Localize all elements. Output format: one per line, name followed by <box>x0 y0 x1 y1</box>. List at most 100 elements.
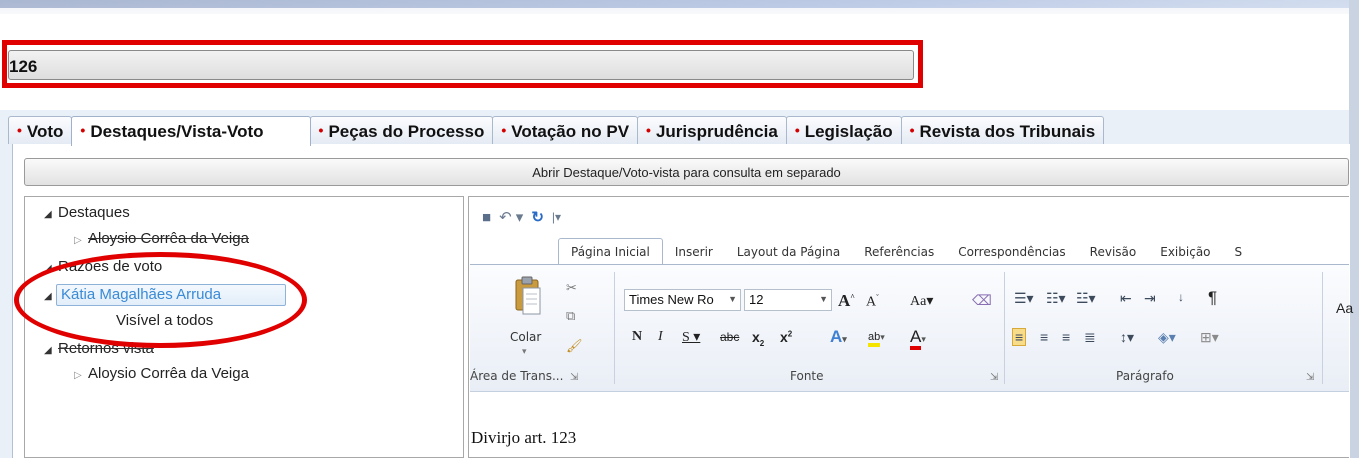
tab-marker: • <box>909 122 915 138</box>
tree-node-label: Aloysio Corrêa da Veiga <box>88 230 249 247</box>
ribbon-tab-correspondencias[interactable]: Correspondências <box>946 245 1077 264</box>
styles-gallery-preview[interactable]: Aa <box>1336 300 1353 316</box>
copy-icon[interactable]: ⧉ <box>566 308 575 324</box>
align-right-icon[interactable]: ≡ <box>1062 329 1070 345</box>
paste-icon[interactable] <box>514 276 542 316</box>
ribbon-tab-truncated[interactable]: S <box>1223 245 1255 264</box>
tab-marker: • <box>318 122 324 138</box>
show-marks-icon[interactable]: ¶ <box>1208 288 1217 308</box>
title-bar-accent <box>0 0 1349 8</box>
undo-icon[interactable]: ↶ ▾ <box>499 208 523 226</box>
document-body-text[interactable]: Divirjo art. 123 <box>471 428 576 448</box>
format-painter-icon[interactable]: 🖌 <box>566 338 583 354</box>
expand-triangle-icon[interactable]: ◢ <box>44 209 58 220</box>
font-launcher-icon[interactable]: ⇲ <box>990 372 998 383</box>
bullets-icon[interactable]: ☰▾ <box>1014 290 1034 307</box>
collapsed-triangle-icon[interactable]: ▷ <box>74 370 88 381</box>
font-size-value: 12 <box>749 292 764 307</box>
underline-icon[interactable]: S ▾ <box>682 329 700 346</box>
tree-node-destaque-aloysio[interactable]: ▷ Aloysio Corrêa da Veiga <box>74 230 249 247</box>
justify-icon[interactable]: ≣ <box>1084 329 1096 346</box>
expand-triangle-icon[interactable]: ◢ <box>44 345 58 356</box>
group-separator <box>1322 272 1323 384</box>
group-separator <box>1004 272 1005 384</box>
tab-legislacao[interactable]: • Legislação <box>785 116 902 144</box>
collapsed-triangle-icon[interactable]: ▷ <box>74 235 88 246</box>
tab-voto[interactable]: • Voto <box>8 116 73 144</box>
customize-toolbar-icon[interactable]: |▾ <box>552 210 561 224</box>
cut-icon[interactable]: ✂ <box>566 280 577 296</box>
tab-pecas-do-processo[interactable]: • Peças do Processo <box>309 116 494 144</box>
tree-node-label: Destaques <box>58 204 130 221</box>
tab-marker: • <box>501 122 507 138</box>
ribbon-tab-referencias[interactable]: Referências <box>852 245 946 264</box>
open-destaque-separately-button[interactable]: Abrir Destaque/Voto-vista para consulta … <box>24 158 1349 186</box>
group-separator <box>614 272 615 384</box>
font-name-value: Times New Ro <box>629 292 714 307</box>
tab-label: Voto <box>26 122 64 141</box>
paragraph-launcher-icon[interactable]: ⇲ <box>1306 372 1314 383</box>
bold-icon[interactable]: N <box>632 329 642 345</box>
ribbon-tab-pagina-inicial[interactable]: Página Inicial <box>558 238 663 264</box>
dropdown-arrow-icon: ▼ <box>728 294 737 304</box>
katia-red-ellipse-highlight <box>14 252 307 348</box>
text-effects-icon[interactable]: A▾ <box>830 327 847 347</box>
change-case-icon[interactable]: Aa▾ <box>910 293 933 310</box>
tab-revista-dos-tribunais[interactable]: • Revista dos Tribunais <box>900 116 1105 144</box>
ribbon-tabs: Página Inicial Inserir Layout da Página … <box>470 238 1349 264</box>
highlight-color-icon[interactable]: ab▾ <box>868 327 885 347</box>
window-right-edge <box>1349 0 1359 458</box>
tab-label: Destaques/Vista-Voto <box>90 122 264 141</box>
ribbon-tab-exibicao[interactable]: Exibição <box>1148 245 1222 264</box>
paste-label[interactable]: Colar <box>510 330 541 344</box>
tab-label: Jurisprudência <box>655 122 778 141</box>
line-spacing-icon[interactable]: ↕▾ <box>1120 329 1134 346</box>
tree-node-destaques[interactable]: ◢ Destaques <box>44 204 130 221</box>
superscript-icon[interactable]: x2 <box>780 329 792 345</box>
ribbon-tab-layout[interactable]: Layout da Página <box>725 245 852 264</box>
italic-icon[interactable]: I <box>658 329 663 345</box>
shrink-font-icon[interactable]: Aˇ <box>866 293 879 311</box>
multilevel-list-icon[interactable]: ☳▾ <box>1076 290 1096 307</box>
decrease-indent-icon[interactable]: ⇤ <box>1120 290 1132 307</box>
shading-icon[interactable]: ◈▾ <box>1158 329 1176 346</box>
save-icon[interactable]: ■ <box>482 209 491 226</box>
dropdown-arrow-icon: ▼ <box>819 294 828 304</box>
font-color-icon[interactable]: A▾ <box>910 327 926 350</box>
tab-label: Revista dos Tribunais <box>919 122 1096 141</box>
clear-formatting-icon[interactable]: ⌫ <box>972 292 992 309</box>
strikethrough-icon[interactable]: abc <box>720 330 739 344</box>
numbering-icon[interactable]: ☷▾ <box>1046 290 1066 307</box>
process-number-red-highlight <box>2 40 923 88</box>
ribbon-tab-revisao[interactable]: Revisão <box>1078 245 1149 264</box>
tree-node-retorno-aloysio[interactable]: ▷ Aloysio Corrêa da Veiga <box>74 365 249 382</box>
ribbon-tab-inserir[interactable]: Inserir <box>663 245 725 264</box>
tab-votacao-no-pv[interactable]: • Votação no PV <box>492 116 639 144</box>
font-group-label: Fonte <box>790 369 824 383</box>
quick-access-toolbar: ■ ↶ ▾ ↻ |▾ <box>482 206 561 228</box>
clipboard-group-label: Área de Trans... <box>470 369 564 383</box>
redo-icon[interactable]: ↻ <box>531 208 544 226</box>
font-name-combo[interactable]: Times New Ro ▼ <box>624 289 741 311</box>
window-top-strip <box>0 0 1359 38</box>
tab-marker: • <box>80 122 86 138</box>
align-center-icon[interactable]: ≡ <box>1040 329 1048 345</box>
tab-jurisprudencia[interactable]: • Jurisprudência <box>637 116 787 144</box>
font-size-combo[interactable]: 12 ▼ <box>744 289 832 311</box>
tab-label: Peças do Processo <box>328 122 485 141</box>
tab-label: Votação no PV <box>511 122 630 141</box>
grow-font-icon[interactable]: A^ <box>838 291 855 311</box>
borders-icon[interactable]: ⊞▾ <box>1200 329 1219 346</box>
tab-marker: • <box>17 122 22 138</box>
tab-destaques-vista-voto[interactable]: • Destaques/Vista-Voto <box>71 116 311 146</box>
clipboard-launcher-icon[interactable]: ⇲ <box>570 372 578 383</box>
tree-node-label: Aloysio Corrêa da Veiga <box>88 365 249 382</box>
increase-indent-icon[interactable]: ⇥ <box>1144 290 1156 307</box>
paragraph-group-label: Parágrafo <box>1116 369 1174 383</box>
subscript-icon[interactable]: x2 <box>752 329 764 348</box>
align-left-icon[interactable]: ≡ <box>1012 328 1027 346</box>
tab-label: Legislação <box>804 122 893 141</box>
paste-dropdown-icon[interactable]: ▾ <box>522 346 527 357</box>
sort-icon[interactable]: ↓ <box>1178 290 1184 304</box>
tab-bar: • Voto • Destaques/Vista-Voto • Peças do Pr… <box>8 116 1349 146</box>
